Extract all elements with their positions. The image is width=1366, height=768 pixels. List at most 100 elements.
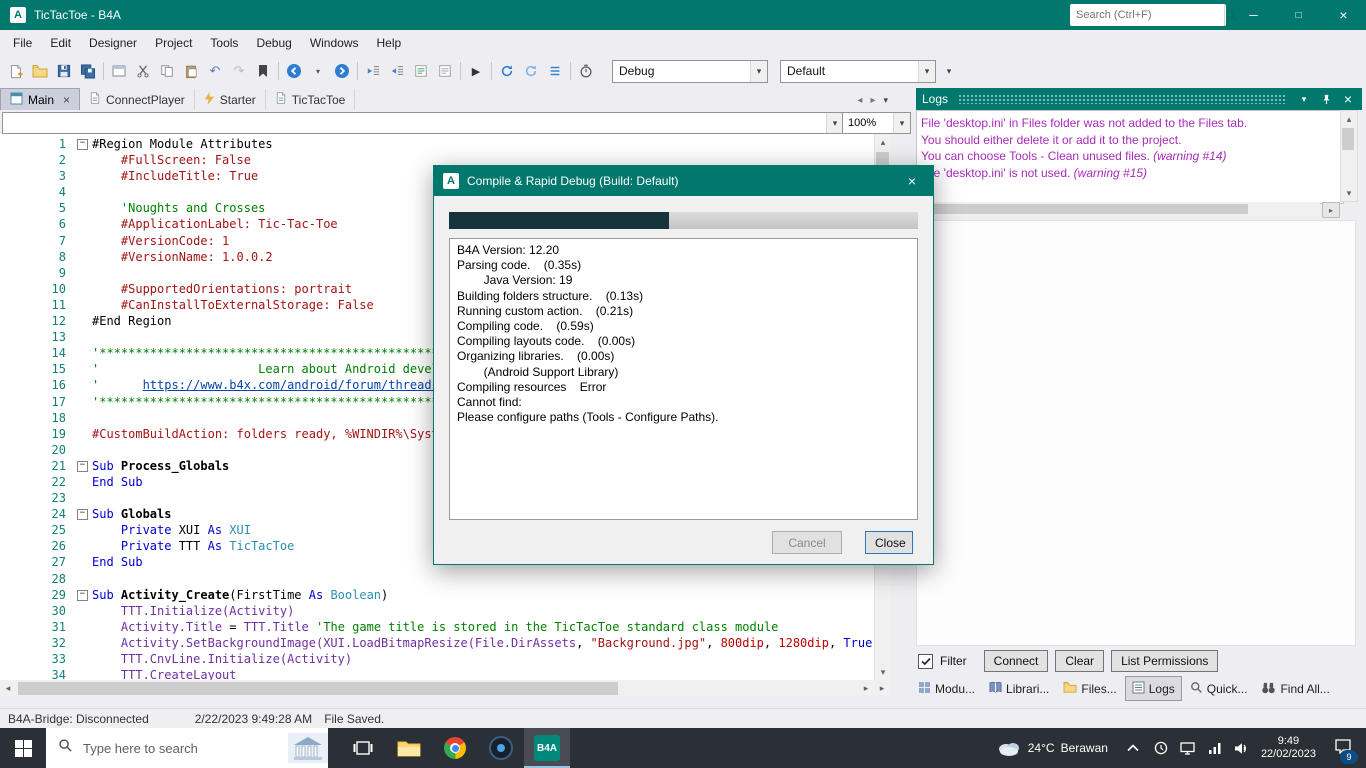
comment-icon[interactable] — [409, 59, 433, 83]
legacy-debug-icon[interactable] — [519, 59, 543, 83]
navigate-forward-icon[interactable] — [330, 59, 354, 83]
editor-horizontal-scrollbar[interactable]: ◂ ▸ — [0, 680, 874, 697]
dock-tab-librari[interactable]: Librari... — [983, 677, 1055, 700]
tab-starter[interactable]: Starter — [195, 89, 266, 110]
dock-tab-quick[interactable]: Quick... — [1184, 677, 1254, 700]
scroll-right-icon[interactable]: ▸ — [858, 681, 874, 697]
bookmark-icon[interactable] — [251, 59, 275, 83]
fold-collapse-icon[interactable]: − — [77, 509, 88, 520]
save-icon[interactable] — [52, 59, 76, 83]
menu-edit[interactable]: Edit — [41, 30, 80, 56]
dialog-close-button[interactable]: × — [891, 166, 933, 196]
dock-tab-files[interactable]: Files... — [1057, 677, 1122, 700]
weather-widget[interactable]: 24°C Berawan — [990, 737, 1114, 760]
module-selector-combo[interactable]: ▾ — [2, 112, 844, 134]
taskbar-app-circle-icon[interactable] — [478, 728, 524, 768]
fold-column[interactable]: − — [70, 136, 92, 152]
save-all-icon[interactable] — [76, 59, 100, 83]
paste-icon[interactable] — [179, 59, 203, 83]
copy-icon[interactable] — [155, 59, 179, 83]
scroll-down-icon[interactable]: ▾ — [875, 664, 891, 680]
maximize-button[interactable]: □ — [1276, 0, 1321, 30]
fold-column[interactable]: − — [70, 587, 92, 603]
menu-windows[interactable]: Windows — [301, 30, 368, 56]
panel-close-icon[interactable]: × — [1340, 91, 1356, 107]
minimize-button[interactable]: ─ — [1231, 0, 1276, 30]
scrollbar-thumb[interactable] — [1342, 128, 1354, 150]
titlebar-search[interactable] — [1070, 4, 1226, 26]
release-icon[interactable] — [543, 59, 567, 83]
menu-file[interactable]: File — [4, 30, 41, 56]
logs-messages[interactable]: File 'desktop.ini' in Files folder was n… — [916, 110, 1344, 204]
outdent-icon[interactable] — [361, 59, 385, 83]
tray-network-icon[interactable] — [1206, 742, 1224, 754]
window-close-button[interactable]: × — [1321, 0, 1366, 30]
toolbar-overflow-icon[interactable]: ▾ — [942, 66, 956, 77]
tray-expand-icon[interactable] — [1124, 744, 1142, 752]
fold-collapse-icon[interactable]: − — [77, 139, 88, 150]
taskbar-file-explorer-icon[interactable] — [386, 728, 432, 768]
cancel-button[interactable]: Cancel — [772, 531, 842, 554]
connect-button[interactable]: Connect — [984, 650, 1049, 672]
logs-vertical-scrollbar[interactable]: ▴ ▾ — [1340, 110, 1358, 202]
dock-tab-logs[interactable]: Logs — [1125, 676, 1182, 701]
tab-connectplayer[interactable]: ConnectPlayer — [80, 89, 195, 110]
list-permissions-button[interactable]: List Permissions — [1111, 650, 1218, 672]
search-highlight-icon[interactable] — [288, 733, 328, 763]
nav-back-dropdown-icon[interactable]: ▾ — [306, 59, 330, 83]
notification-center-button[interactable]: 9 — [1326, 728, 1360, 768]
logs-panel-header[interactable]: Logs ▾ × — [916, 88, 1362, 110]
clear-button[interactable]: Clear — [1055, 650, 1104, 672]
fold-collapse-icon[interactable]: − — [77, 590, 88, 601]
undo-icon[interactable]: ↶ — [203, 59, 227, 83]
fold-column[interactable]: − — [70, 458, 92, 474]
clean-project-icon[interactable] — [574, 59, 598, 83]
scroll-up-icon[interactable]: ▴ — [1341, 111, 1357, 127]
fold-column[interactable]: − — [70, 506, 92, 522]
build-config-combo[interactable]: Debug ▾ — [612, 60, 768, 83]
menu-help[interactable]: Help — [368, 30, 411, 56]
close-all-icon[interactable] — [107, 59, 131, 83]
zoom-combo[interactable]: 100% ▾ — [842, 112, 911, 134]
tray-clock-icon[interactable] — [1152, 741, 1170, 755]
dialog-title-bar[interactable]: A Compile & Rapid Debug (Build: Default)… — [434, 166, 933, 196]
dock-tab-find-all[interactable]: Find All... — [1255, 677, 1335, 700]
build-profile-combo[interactable]: Default ▾ — [780, 60, 936, 83]
scrollbar-thumb[interactable] — [918, 204, 1248, 214]
taskbar-chrome-icon[interactable] — [432, 728, 478, 768]
tray-volume-icon[interactable] — [1233, 742, 1251, 755]
uncomment-icon[interactable] — [433, 59, 457, 83]
logs-horizontal-scrollbar[interactable] — [916, 202, 1320, 216]
start-button[interactable] — [0, 728, 46, 768]
tabs-scroll-right-icon[interactable]: ▸ — [870, 95, 875, 106]
indent-icon[interactable] — [385, 59, 409, 83]
new-module-icon[interactable] — [4, 59, 28, 83]
redo-icon[interactable]: ↷ — [227, 59, 251, 83]
tray-monitor-icon[interactable] — [1179, 742, 1197, 755]
editor-splitter-button[interactable]: ▸ — [874, 680, 890, 697]
taskbar-b4a-app-icon[interactable]: B4A — [524, 728, 570, 768]
cut-icon[interactable] — [131, 59, 155, 83]
pin-icon[interactable] — [1318, 94, 1334, 105]
taskbar-clock[interactable]: 9:49 22/02/2023 — [1261, 735, 1316, 761]
tab-close-icon[interactable]: × — [63, 93, 70, 107]
navigate-back-icon[interactable] — [282, 59, 306, 83]
menu-tools[interactable]: Tools — [201, 30, 247, 56]
scroll-down-icon[interactable]: ▾ — [1341, 185, 1357, 201]
fold-collapse-icon[interactable]: − — [77, 461, 88, 472]
rapid-debug-icon[interactable] — [495, 59, 519, 83]
tab-tictactoe[interactable]: TicTacToe — [266, 89, 356, 110]
dialog-close-action-button[interactable]: Close — [865, 531, 913, 554]
tabs-list-icon[interactable]: ▾ — [883, 95, 888, 106]
menu-project[interactable]: Project — [146, 30, 201, 56]
filter-checkbox[interactable] — [918, 654, 933, 669]
open-project-icon[interactable] — [28, 59, 52, 83]
taskbar-search[interactable] — [46, 728, 328, 768]
tab-main[interactable]: Main× — [0, 88, 80, 110]
menu-designer[interactable]: Designer — [80, 30, 146, 56]
taskbar-search-input[interactable] — [81, 740, 280, 757]
menu-debug[interactable]: Debug — [247, 30, 300, 56]
tabs-scroll-left-icon[interactable]: ◂ — [857, 95, 862, 106]
dock-tab-modu[interactable]: Modu... — [912, 677, 981, 700]
taskbar-task-view-icon[interactable] — [340, 728, 386, 768]
